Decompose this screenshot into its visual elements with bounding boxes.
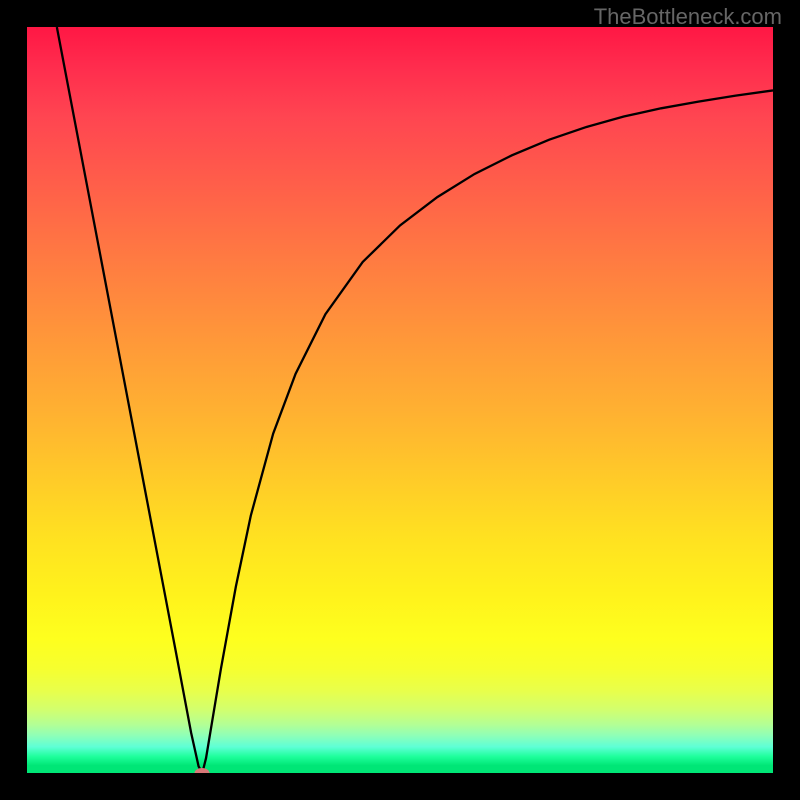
plot-area [27, 27, 773, 773]
optimum-marker [195, 768, 210, 773]
watermark-text: TheBottleneck.com [594, 4, 782, 30]
bottleneck-curve [57, 27, 773, 773]
curve-svg [27, 27, 773, 773]
